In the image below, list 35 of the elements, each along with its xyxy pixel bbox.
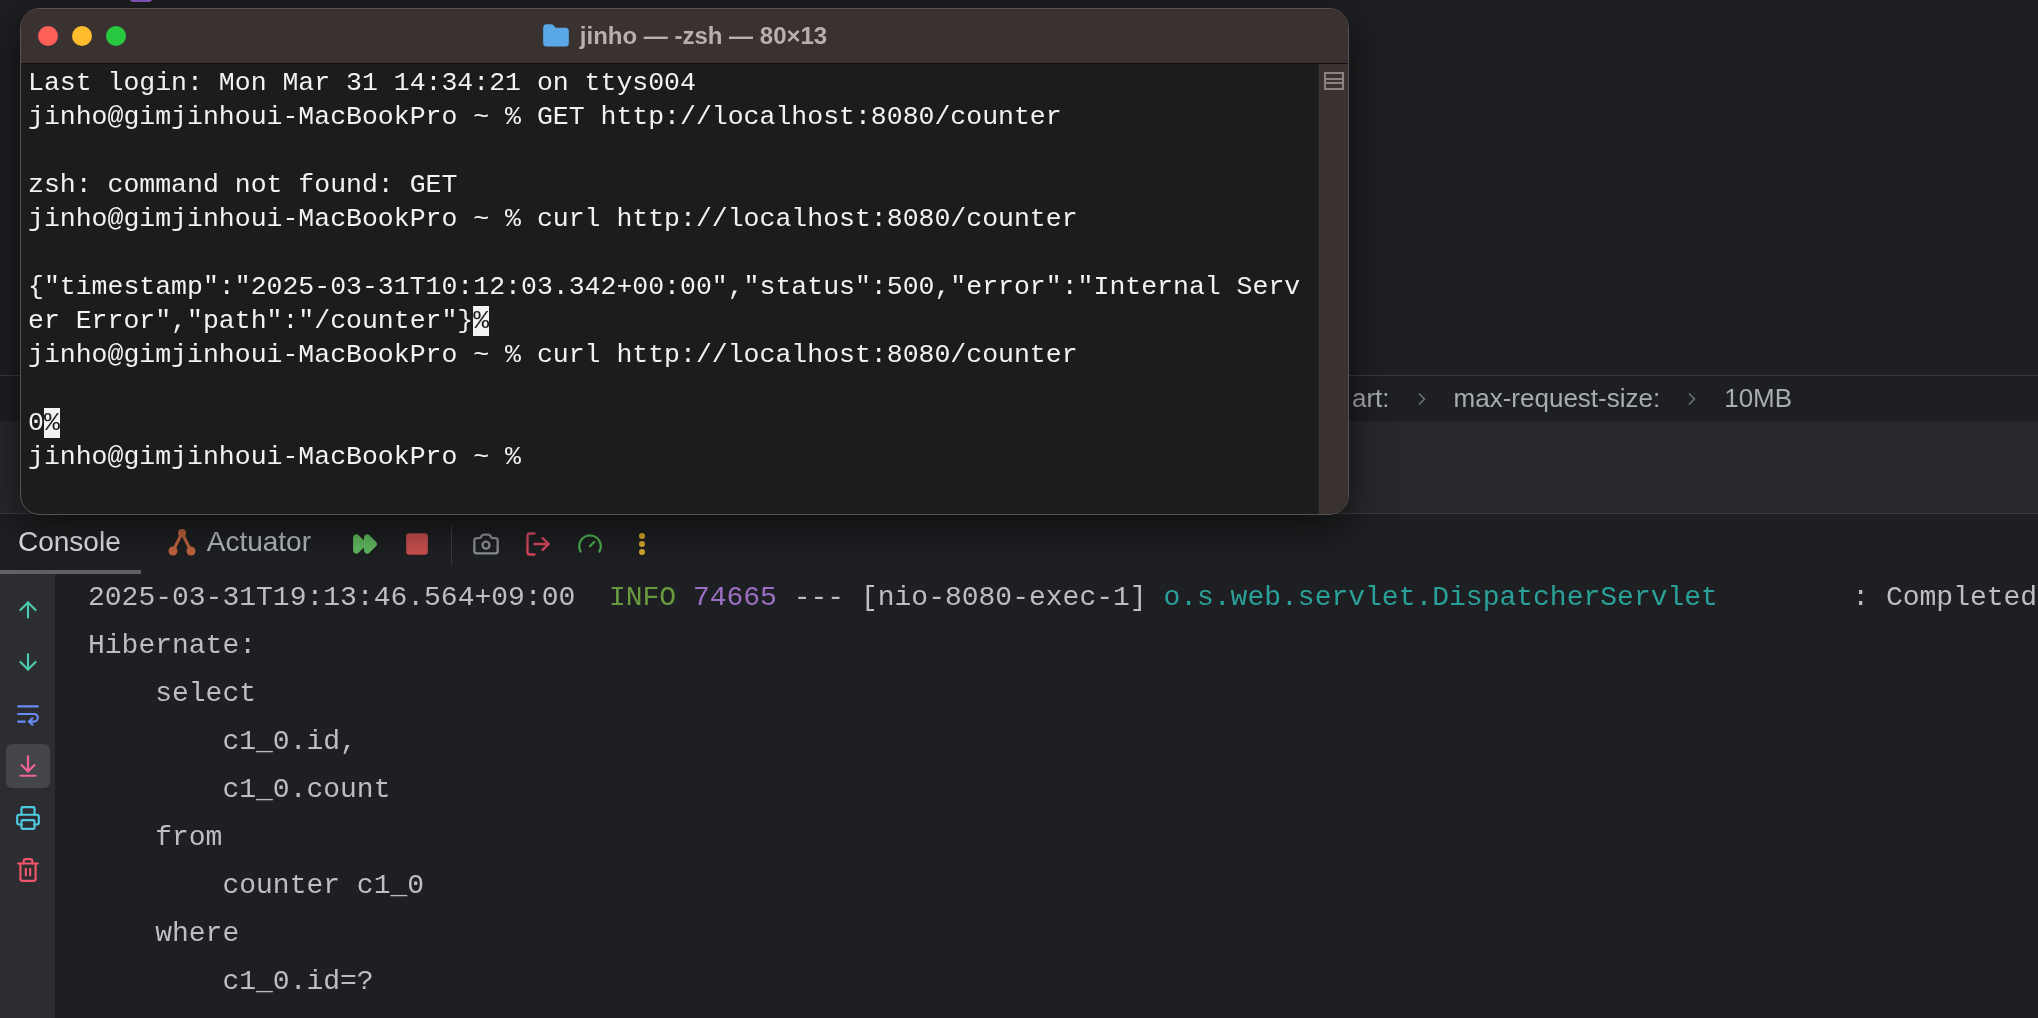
printer-icon: [14, 805, 41, 831]
console-line: select: [154, 677, 258, 711]
console-line: c1_0.count: [221, 773, 392, 807]
terminal-line: jinho@gimjinhoui-MacBookPro ~ % GET http://localhost:8080/counter: [28, 101, 1063, 134]
window-title: jinho — -zsh — 80×13: [579, 22, 828, 50]
tool-tab[interactable]: Actuator: [148, 514, 331, 574]
close-button[interactable]: [38, 26, 58, 46]
scroll-end-button[interactable]: [5, 744, 50, 788]
terminal-line: jinho@gimjinhoui-MacBookPro ~ %: [28, 441, 522, 474]
breadcrumb[interactable]: art:: [1352, 383, 1390, 414]
console-line: c1_0.id,: [221, 725, 358, 759]
folder-icon: [541, 22, 570, 50]
terminal-line: {"timestamp":"2025-03-31T10:12:03.342+00:00","status":500,"error":"Internal Serv: [28, 271, 1302, 304]
log-line: 2025-03-31T19:13:46.564+09:00 INFO 74665 --- [nio-8080-exec-1] o.s.web.servlet.DispatcherServlet : Completed: [88, 581, 2038, 615]
console-line: c1_0.id=?: [221, 965, 375, 999]
more-icon: [639, 533, 645, 555]
breadcrumb[interactable]: 10MB: [1724, 383, 1793, 414]
exit-icon: [524, 530, 552, 558]
console-line: where: [154, 917, 241, 951]
stop-icon: [404, 531, 430, 557]
breadcrumb[interactable]: max-request-size:: [1453, 383, 1661, 414]
rerun-icon: [352, 531, 378, 557]
maximize-button[interactable]: [106, 26, 126, 46]
terminal-line: 0%: [28, 407, 61, 440]
terminal-line: jinho@gimjinhoui-MacBookPro ~ % curl http://localhost:8080/counter: [28, 339, 1079, 372]
minimize-button[interactable]: [72, 26, 92, 46]
console-line: Hibernate:: [88, 629, 258, 663]
trash-icon: [14, 857, 41, 883]
console-line: counter c1_0: [221, 869, 426, 903]
terminal-line: zsh: command not found: GET: [28, 169, 459, 202]
scrollbar-icon[interactable]: [1323, 72, 1344, 90]
console-line: from: [154, 821, 224, 855]
terminal-line: jinho@gimjinhoui-MacBookPro ~ % curl http://localhost:8080/counter: [28, 203, 1079, 236]
nodes-icon: [166, 527, 197, 557]
terminal-line: Last login: Mon Mar 31 14:34:21 on ttys004: [28, 67, 697, 100]
